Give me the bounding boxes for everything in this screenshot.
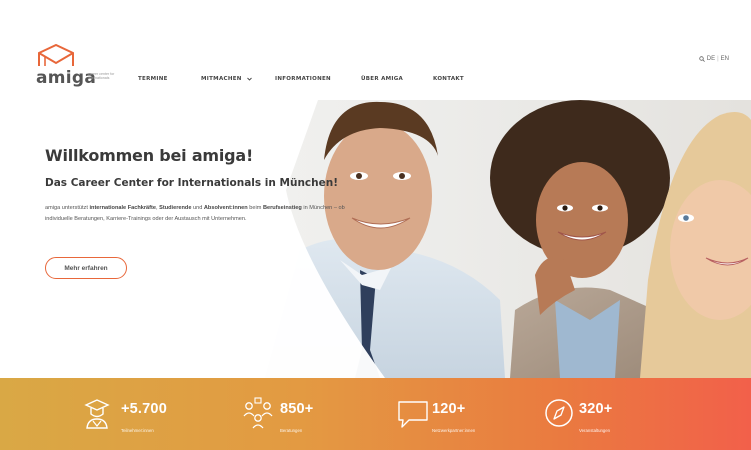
graduate-icon: [84, 399, 110, 429]
stat-value: 850+: [280, 401, 314, 417]
site-header: amiga career center for internationals T…: [0, 0, 751, 100]
stat-label: Beratungen: [280, 428, 303, 433]
house-envelope-icon: [38, 44, 74, 66]
network-people-icon: [243, 397, 273, 429]
nav-item-label: Mitmachen: [201, 76, 242, 82]
hero-section: Willkommen bei amiga! Das Career Center …: [0, 100, 751, 378]
stat-label: Veranstaltungen: [579, 428, 611, 433]
hero-text: Willkommen bei amiga! Das Career Center …: [45, 146, 375, 225]
stat-value: 120+: [432, 401, 466, 417]
nav-item-kontakt[interactable]: Kontakt: [433, 76, 464, 82]
stat-label: Netzwerkpartner:innen: [432, 428, 476, 433]
hero-title: Willkommen bei amiga!: [45, 146, 254, 165]
nav-item-ueber-amiga[interactable]: Über amiga: [361, 76, 403, 82]
compass-icon: [545, 399, 573, 427]
amiga-logo[interactable]: amiga career center for internationals: [34, 44, 124, 89]
stats-bar: +5.700 Teilnehmer:innen 850+ Beratungen …: [0, 378, 751, 450]
hero-description: amiga unterstützt internationale Fachkrä…: [45, 205, 345, 222]
hero-subtitle: Das Career Center for Internationals in …: [45, 177, 339, 189]
speech-bubble-icon: [398, 401, 428, 428]
nav-item-mitmachen[interactable]: Mitmachen: [201, 76, 252, 82]
stat-value: +5.700: [121, 401, 167, 417]
search-icon[interactable]: [699, 56, 705, 62]
nav-item-termine[interactable]: Termine: [138, 76, 168, 82]
utility-bar: DE | EN: [699, 56, 729, 62]
stat-label: Teilnehmer:innen: [121, 428, 154, 433]
chevron-down-icon: [247, 77, 252, 81]
language-en-link[interactable]: EN: [721, 56, 729, 62]
language-de-link[interactable]: DE: [707, 56, 715, 62]
hero-photo: [0, 100, 751, 378]
logo-tagline: career center for internationals: [88, 72, 115, 81]
language-separator: |: [717, 56, 719, 62]
nav-item-informationen[interactable]: Informationen: [275, 76, 331, 82]
more-info-button[interactable]: Mehr erfahren: [45, 257, 127, 279]
stat-value: 320+: [579, 401, 613, 417]
